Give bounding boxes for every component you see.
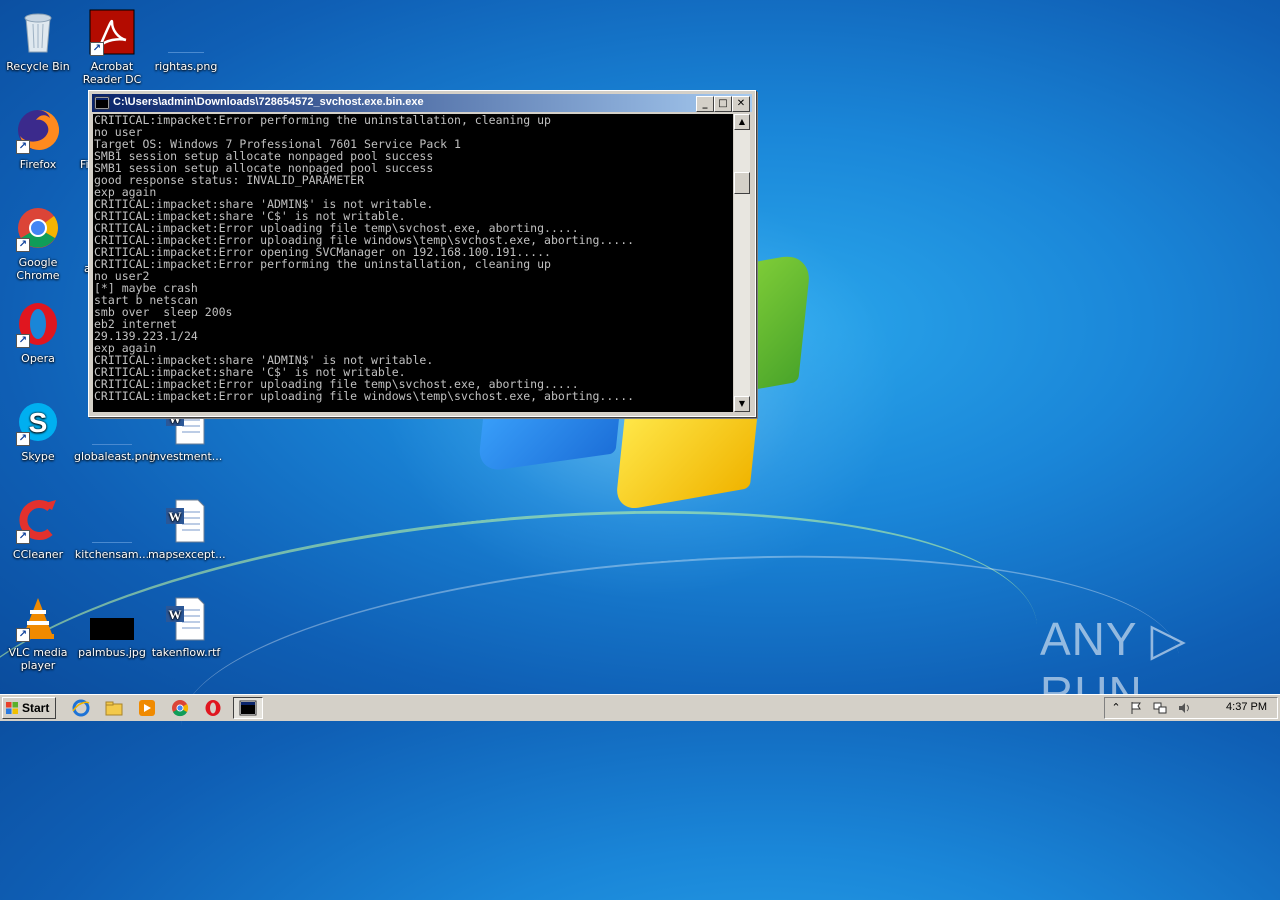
desktop-icon-label: investment...: [149, 450, 223, 463]
system-tray: ⌃ 4:37 PM: [1104, 697, 1278, 719]
svg-text:W: W: [169, 509, 182, 524]
scroll-down-button[interactable]: ▼: [734, 396, 750, 412]
desktop-icon-label: Google Chrome: [16, 256, 60, 282]
shortcut-arrow-icon: ↗: [16, 432, 30, 446]
desktop-icon-label: kitchensam...: [74, 548, 150, 561]
desktop-icon-label: mapsexcept...: [148, 548, 226, 561]
acrobat-icon: ↗: [88, 8, 136, 56]
console-titlebar[interactable]: C:\Users\admin\Downloads\728654572_svcho…: [92, 94, 752, 112]
media-player-icon[interactable]: [138, 699, 156, 717]
svg-text:W: W: [169, 607, 182, 622]
internet-explorer-icon[interactable]: [72, 699, 90, 717]
ccleaner-icon: ↗: [14, 496, 62, 544]
desktop-icon-palmbus[interactable]: palmbus.jpg: [74, 594, 150, 659]
volume-icon[interactable]: [1177, 701, 1191, 715]
svg-text:S: S: [29, 407, 48, 438]
desktop-icon-label: CCleaner: [12, 548, 64, 561]
desktop-icon-firefox[interactable]: ↗ Firefox: [0, 106, 76, 171]
desktop-icon-skype[interactable]: S ↗ Skype: [0, 398, 76, 463]
desktop-icon-label: VLC media player: [8, 646, 68, 672]
vlc-cone-icon: ↗: [14, 594, 62, 642]
start-label: Start: [22, 701, 50, 715]
console-app-icon: [94, 95, 110, 111]
network-icon[interactable]: [1153, 701, 1167, 715]
image-file-icon: [162, 8, 210, 56]
shortcut-arrow-icon: ↗: [16, 628, 30, 642]
console-window[interactable]: C:\Users\admin\Downloads\728654572_svcho…: [88, 90, 756, 417]
desktop-icon-label: Opera: [21, 352, 55, 365]
image-file-icon: [88, 496, 136, 544]
maximize-button[interactable]: □: [714, 96, 732, 112]
firefox-icon: ↗: [14, 106, 62, 154]
desktop-icon-label: Firefox: [19, 158, 57, 171]
console-scrollbar[interactable]: ▲ ▼: [734, 114, 750, 412]
taskbar: Start ⌃ 4:37 PM: [0, 694, 1280, 721]
desktop-icon-label: Skype: [21, 450, 55, 463]
opera-icon: ↗: [14, 300, 62, 348]
desktop-icon-mapsexcept[interactable]: W mapsexcept...: [148, 496, 226, 561]
desktop-icon-label: Acrobat Reader DC: [82, 60, 142, 86]
desktop-icon-vlc[interactable]: ↗ VLC media player: [0, 594, 76, 672]
desktop-icon-label: palmbus.jpg: [78, 646, 146, 659]
desktop-icon-takenflow[interactable]: W takenflow.rtf: [148, 594, 224, 659]
scroll-up-button[interactable]: ▲: [734, 114, 750, 130]
image-file-icon: [88, 594, 136, 642]
word-document-icon: W: [162, 496, 210, 544]
desktop-icon-label: rightas.png: [154, 60, 218, 73]
start-button[interactable]: Start: [2, 697, 56, 719]
desktop-icon-recycle-bin[interactable]: Recycle Bin: [0, 8, 76, 73]
shortcut-arrow-icon: ↗: [16, 530, 30, 544]
desktop-icon-google-chrome[interactable]: ↗ Google Chrome: [0, 204, 76, 282]
desktop-icon-rightas[interactable]: rightas.png: [148, 8, 224, 73]
action-center-flag-icon[interactable]: [1129, 701, 1143, 715]
desktop-icon-label: Recycle Bin: [6, 60, 70, 73]
desktop-icon-ccleaner[interactable]: ↗ CCleaner: [0, 496, 76, 561]
chrome-icon: ↗: [14, 204, 62, 252]
desktop-icon-label: takenflow.rtf: [151, 646, 221, 659]
shortcut-arrow-icon: ↗: [16, 140, 30, 154]
console-output[interactable]: CRITICAL:impacket:Error performing the u…: [93, 114, 733, 412]
shortcut-arrow-icon: ↗: [16, 238, 30, 252]
console-line: good response status: INVALID_PARAMETER: [94, 173, 365, 187]
desktop-icon-label: globaleast.png: [74, 450, 156, 463]
console-line: smb over sleep 200s: [94, 305, 233, 319]
scroll-thumb[interactable]: [734, 172, 750, 194]
close-button[interactable]: ✕: [732, 96, 750, 112]
console-line: CRITICAL:impacket:Error uploading file w…: [94, 389, 635, 403]
opera-taskbar-icon[interactable]: [204, 699, 222, 717]
tray-expand-icon[interactable]: ⌃: [1109, 701, 1123, 715]
word-document-icon: W: [162, 594, 210, 642]
shortcut-arrow-icon: ↗: [16, 334, 30, 348]
taskbar-console-button[interactable]: [233, 697, 263, 719]
desktop-icon-acrobat[interactable]: ↗ Acrobat Reader DC: [74, 8, 150, 86]
chrome-taskbar-icon[interactable]: [171, 699, 189, 717]
console-line: CRITICAL:impacket:Error performing the u…: [94, 257, 551, 271]
recycle-bin-icon: [14, 8, 62, 56]
console-title: C:\Users\admin\Downloads\728654572_svcho…: [113, 96, 424, 108]
console-taskbar-icon: [239, 700, 257, 716]
console-line: 29.139.223.1/24: [94, 329, 198, 343]
desktop-icon-kitchensam[interactable]: kitchensam...: [74, 496, 150, 561]
skype-icon: S ↗: [14, 398, 62, 446]
minimize-button[interactable]: _: [696, 96, 714, 112]
windows-flag-icon: [6, 702, 18, 714]
console-line: CRITICAL:impacket:Error performing the u…: [94, 114, 551, 127]
taskbar-clock[interactable]: 4:37 PM: [1226, 701, 1267, 713]
file-explorer-icon[interactable]: [105, 699, 123, 717]
shortcut-arrow-icon: ↗: [90, 42, 104, 56]
desktop-icon-opera[interactable]: ↗ Opera: [0, 300, 76, 365]
